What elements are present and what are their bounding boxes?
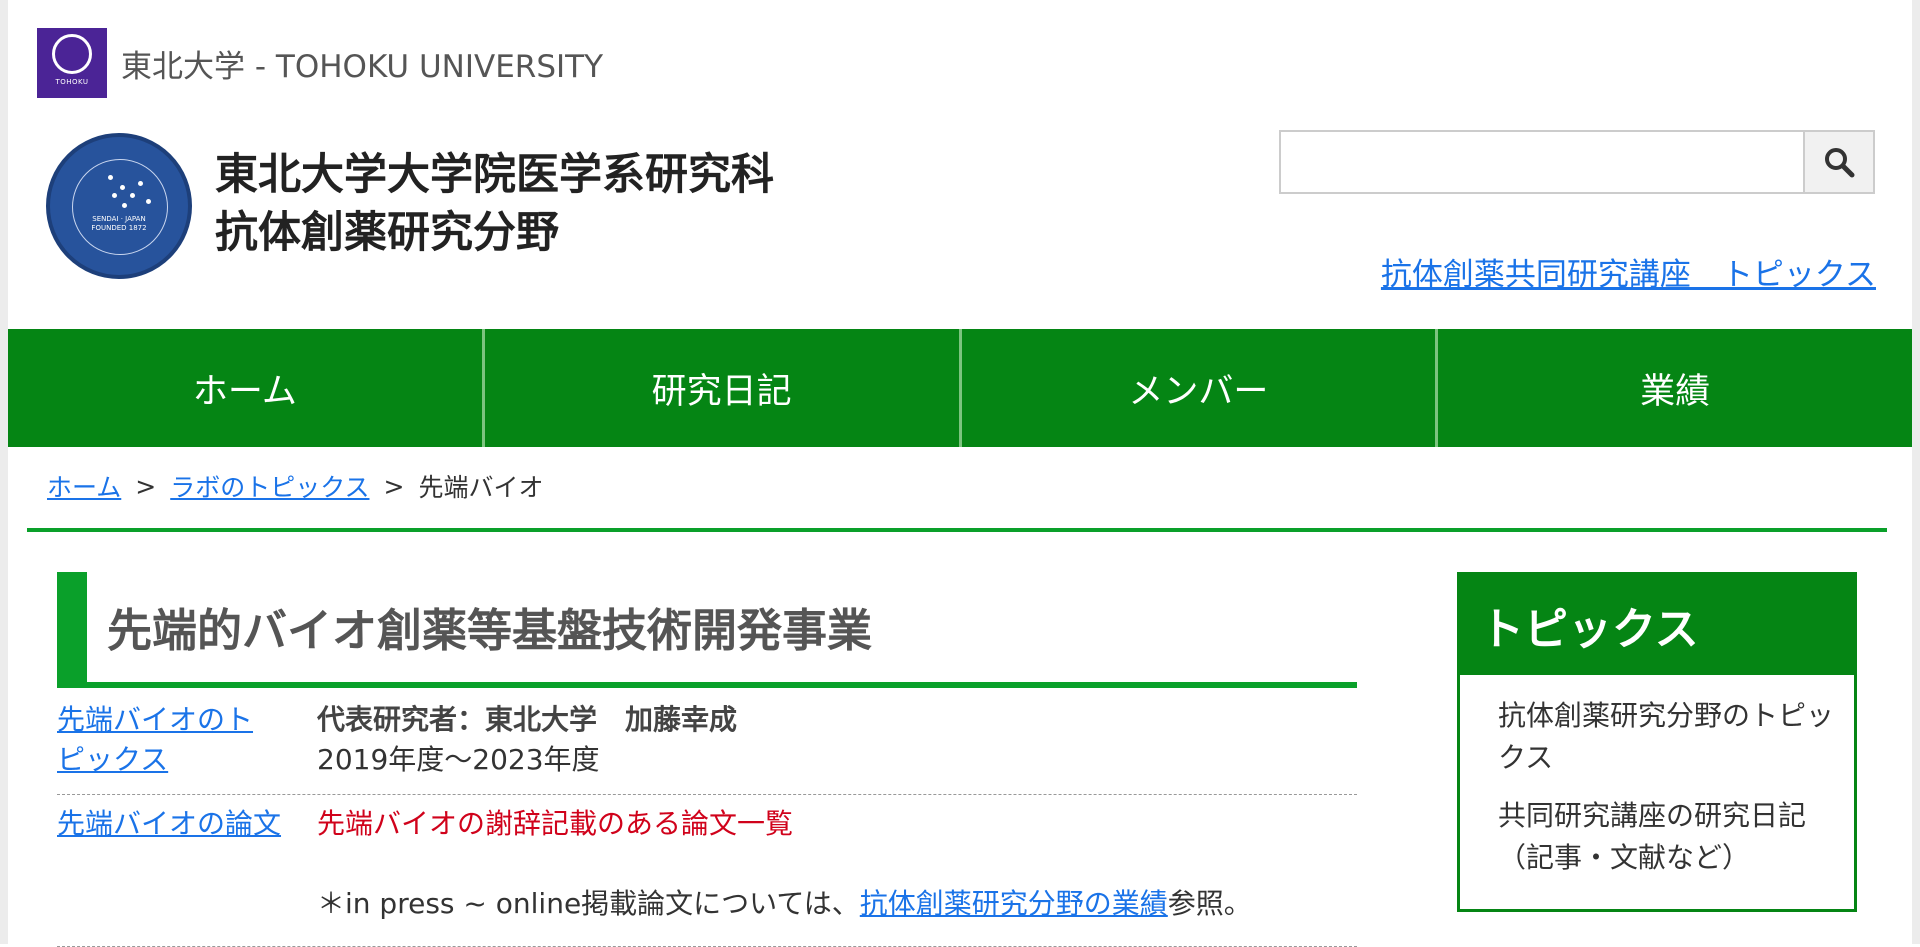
emblem-star [108, 175, 113, 180]
topics-sidebar: トピックス 抗体創薬研究分野のトピックス 共同研究講座の研究日記（記事・文献など… [1457, 572, 1857, 912]
emblem-star [120, 185, 125, 190]
topics-label-link[interactable]: 先端バイオのトピックス [57, 700, 267, 780]
breadcrumb-separator: > [383, 471, 405, 501]
row-body: 先端バイオの謝辞記載のある論文一覧 ＊in press ~ online掲載論文… [317, 804, 1252, 924]
page-title: 先端的バイオ創薬等基盤技術開発事業 [107, 604, 873, 657]
project-period: 2019年度〜2023年度 [317, 743, 600, 776]
sidebar-item-lab-topics[interactable]: 抗体創薬研究分野のトピックス [1498, 695, 1836, 779]
papers-label-link[interactable]: 先端バイオの論文 [57, 804, 281, 844]
search-input[interactable] [1279, 130, 1805, 194]
emblem-star [130, 193, 135, 198]
university-logo[interactable]: TOHOKU [37, 28, 107, 98]
breadcrumb-current: 先端バイオ [418, 473, 544, 502]
breadcrumb-home[interactable]: ホーム [47, 468, 121, 504]
sidebar-title: トピックス [1460, 575, 1854, 675]
university-logo-text: TOHOKU [55, 78, 89, 86]
site-title[interactable]: 東北大学大学院医学系研究科 抗体創薬研究分野 [215, 146, 774, 262]
breadcrumb-lab-topics[interactable]: ラボのトピックス [170, 468, 369, 504]
topics-header-link[interactable]: 抗体創薬共同研究講座 トピックス [1381, 249, 1876, 294]
emblem-star [122, 203, 127, 208]
content-heading: 先端的バイオ創薬等基盤技術開発事業 [57, 572, 1357, 688]
info-table: 先端バイオのトピックス 代表研究者：東北大学 加藤幸成 2019年度〜2023年… [57, 690, 1357, 947]
search-form [1279, 130, 1875, 194]
row-body: 代表研究者：東北大学 加藤幸成 2019年度〜2023年度 [317, 700, 737, 780]
papers-note-suffix: 参照。 [1167, 887, 1252, 920]
school-emblem[interactable]: SENDAI · JAPAN FOUNDED 1872 [46, 133, 192, 279]
site-title-line1: 東北大学大学院医学系研究科 [215, 150, 774, 200]
nav-research-diary[interactable]: 研究日記 [484, 329, 962, 447]
university-name[interactable]: 東北大学 - TOHOKU UNIVERSITY [121, 41, 603, 86]
papers-note: ＊in press ~ online掲載論文については、抗体創薬研究分野の業績参… [317, 884, 1252, 924]
nav-home[interactable]: ホーム [8, 329, 485, 447]
emblem-star [112, 193, 117, 198]
nav-members[interactable]: メンバー [961, 329, 1439, 447]
emblem-star [146, 199, 151, 204]
emblem-text: SENDAI · JAPAN FOUNDED 1872 [91, 215, 147, 232]
breadcrumb-divider [27, 528, 1887, 532]
search-icon [1825, 148, 1855, 178]
search-button[interactable] [1805, 130, 1875, 194]
sidebar-list: 抗体創薬研究分野のトピックス 共同研究講座の研究日記（記事・文献など） [1460, 675, 1854, 879]
main-nav: ホーム 研究日記 メンバー 業績 [8, 329, 1912, 447]
sidebar-item-research-diary[interactable]: 共同研究講座の研究日記（記事・文献など） [1498, 795, 1836, 879]
breadcrumb-separator: > [135, 471, 157, 501]
emblem-star [138, 181, 143, 186]
university-bar[interactable]: TOHOKU 東北大学 - TOHOKU UNIVERSITY [37, 28, 603, 98]
info-row: 先端バイオのトピックス 代表研究者：東北大学 加藤幸成 2019年度〜2023年… [57, 690, 1357, 795]
principal-investigator: 代表研究者：東北大学 加藤幸成 [317, 703, 738, 736]
emblem-inner-ring [72, 159, 168, 255]
nav-achievements[interactable]: 業績 [1438, 329, 1912, 447]
acknowledged-papers-link[interactable]: 先端バイオの謝辞記載のある論文一覧 [317, 807, 793, 840]
breadcrumb: ホーム > ラボのトピックス > 先端バイオ [47, 468, 543, 504]
university-seal-icon [52, 34, 92, 74]
achievements-link[interactable]: 抗体創薬研究分野の業績 [860, 887, 1168, 920]
site-title-line2: 抗体創薬研究分野 [215, 208, 559, 258]
info-row: 先端バイオの論文 先端バイオの謝辞記載のある論文一覧 ＊in press ~ o… [57, 795, 1357, 947]
papers-note-prefix: ＊in press ~ online掲載論文については、 [317, 887, 860, 920]
